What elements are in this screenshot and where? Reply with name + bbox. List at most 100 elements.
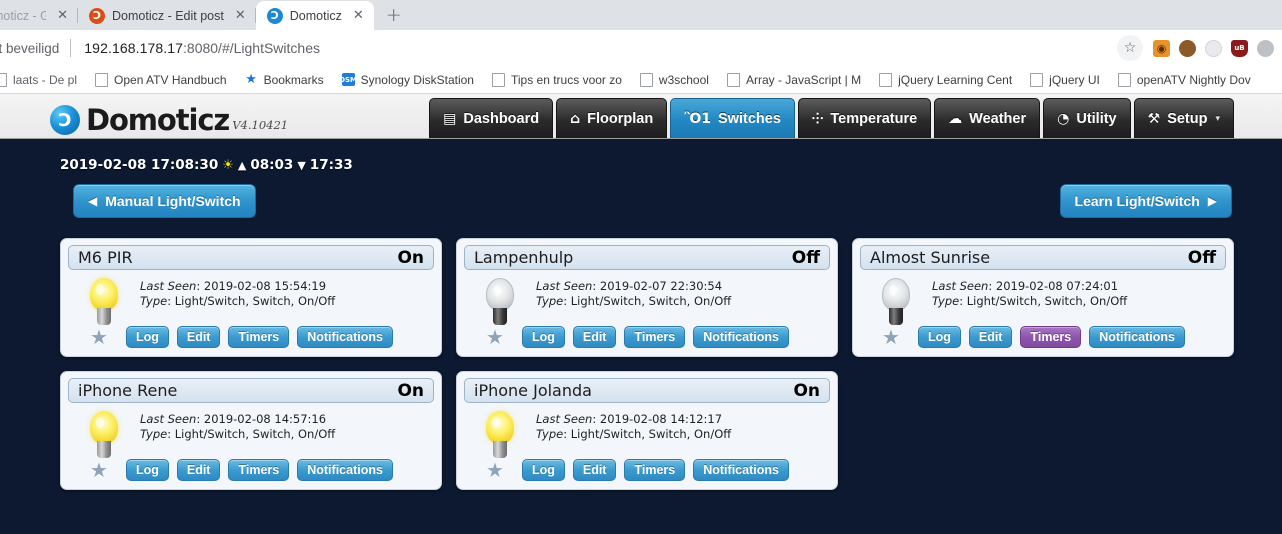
- sun-icon: ☀: [222, 157, 234, 173]
- log-button[interactable]: Log: [521, 459, 565, 481]
- new-tab-button[interactable]: +: [380, 1, 408, 29]
- app-brand[interactable]: Ɔ Domoticz V4.10421: [50, 105, 288, 138]
- tampermonkey-icon[interactable]: ◉: [1153, 39, 1170, 57]
- notifications-button[interactable]: Notifications: [297, 459, 393, 481]
- status-line: 2019-02-08 17:08:30 ☀ ▲ 08:03 ▼ 17:33: [18, 139, 1282, 173]
- bookmark-item[interactable]: ★ Bookmarks: [236, 66, 333, 93]
- lightbulb-icon[interactable]: [483, 278, 517, 326]
- nav-item-switches[interactable]: Ὂ1 Switches: [670, 98, 795, 138]
- main-navigation: ▤ Dashboard ⌂ Floorplan Ὂ1 Switches ⸭ Temperatu…: [429, 98, 1234, 138]
- ublock-origin-icon[interactable]: uB: [1231, 39, 1248, 57]
- cloud-rain-icon: ☁: [948, 110, 963, 127]
- cookie-icon[interactable]: [1179, 39, 1196, 57]
- nav-item-utility[interactable]: ◔ Utility: [1043, 98, 1131, 138]
- close-icon[interactable]: ✕: [57, 9, 68, 22]
- close-icon[interactable]: ✕: [353, 9, 364, 22]
- bookmark-label: openATV Nightly Dov: [1136, 72, 1251, 87]
- timers-button[interactable]: Timers: [624, 459, 686, 481]
- type-line: Type: Light/Switch, Switch, On/Off: [932, 294, 1128, 308]
- bookmark-item[interactable]: openATV Nightly Dov: [1109, 66, 1260, 93]
- lightbulb-icon[interactable]: [879, 278, 913, 326]
- lightbulb-icon[interactable]: [87, 411, 121, 459]
- switch-card-header[interactable]: Almost Sunrise Off: [860, 245, 1226, 270]
- switch-card: iPhone Jolanda On Last Seen: 2019-02-08 14…: [456, 371, 838, 490]
- log-button[interactable]: Log: [917, 326, 961, 348]
- page-icon: [726, 72, 740, 87]
- nav-item-dashboard[interactable]: ▤ Dashboard: [429, 98, 554, 138]
- switch-card-list: M6 PIR On Last Seen: 2019-02-08 15:54:19 Ty…: [18, 234, 1250, 490]
- switch-toggle[interactable]: [464, 276, 536, 326]
- switch-toggle[interactable]: [68, 409, 140, 459]
- learn-light-switch-button[interactable]: Learn Light/Switch ▶: [1059, 184, 1232, 218]
- switch-card-header[interactable]: Lampenhulp Off: [464, 245, 830, 270]
- switch-name: iPhone Rene: [78, 381, 178, 400]
- domoticz-favicon: Ɔ: [266, 7, 283, 24]
- bookmark-item[interactable]: Tips en trucs voor zo: [483, 66, 631, 93]
- switch-card-header[interactable]: iPhone Jolanda On: [464, 378, 830, 403]
- address-bar[interactable]: iet beveiligd 192.168.178.17:8080/#/Ligh…: [0, 34, 1117, 62]
- lightbulb-icon[interactable]: [87, 278, 121, 326]
- extension-circle-icon[interactable]: [1205, 39, 1222, 57]
- learn-light-switch-label: Learn Light/Switch: [1074, 193, 1200, 209]
- lightbulb-icon: Ὂ1: [684, 110, 712, 127]
- arrow-right-icon: ▶: [1207, 194, 1217, 208]
- timers-button[interactable]: Timers: [228, 326, 290, 348]
- nav-item-setup[interactable]: ⚒ Setup ▾: [1133, 98, 1234, 138]
- browser-tab[interactable]: omoticz - Go ✕: [0, 1, 78, 30]
- bookmark-item[interactable]: jQuery UI: [1021, 66, 1109, 93]
- bookmark-item[interactable]: jQuery Learning Cent: [870, 66, 1021, 93]
- bookmark-item[interactable]: w3school: [631, 66, 718, 93]
- bookmark-star-icon[interactable]: ☆: [1117, 35, 1143, 61]
- edit-button[interactable]: Edit: [572, 326, 617, 348]
- log-label: Log: [135, 463, 159, 477]
- switch-toggle[interactable]: [860, 276, 932, 326]
- favorite-star-icon[interactable]: ★: [486, 460, 504, 480]
- notifications-button[interactable]: Notifications: [693, 459, 789, 481]
- page-icon: [1030, 72, 1044, 87]
- favorite-star-icon[interactable]: ★: [882, 327, 900, 347]
- notifications-button[interactable]: Notifications: [1089, 326, 1185, 348]
- notifications-button[interactable]: Notifications: [297, 326, 393, 348]
- type-label: Type: [932, 294, 960, 308]
- arrow-left-icon: ◀: [88, 194, 98, 208]
- bookmark-item[interactable]: Open ATV Handbuch: [86, 66, 236, 93]
- switch-toggle[interactable]: [68, 276, 140, 326]
- edit-button[interactable]: Edit: [572, 459, 617, 481]
- bookmark-item[interactable]: DSM Synology DiskStation: [333, 66, 483, 93]
- favorite-star-icon[interactable]: ★: [90, 460, 108, 480]
- favorite-star-icon[interactable]: ★: [486, 327, 504, 347]
- sunset-arrow-icon: ▼: [297, 158, 306, 172]
- nav-item-weather[interactable]: ☁ Weather: [934, 98, 1041, 138]
- edit-button[interactable]: Edit: [176, 459, 221, 481]
- switch-card-header[interactable]: M6 PIR On: [68, 245, 434, 270]
- log-label: Log: [135, 330, 159, 344]
- log-button[interactable]: Log: [125, 326, 169, 348]
- browser-tab[interactable]: Ɔ Domoticz - Edit post ✕: [78, 1, 256, 30]
- manual-light-switch-button[interactable]: ◀ Manual Light/Switch: [73, 184, 256, 218]
- log-button[interactable]: Log: [125, 459, 169, 481]
- favorite-star-icon[interactable]: ★: [90, 327, 108, 347]
- log-button[interactable]: Log: [521, 326, 565, 348]
- switch-card-header[interactable]: iPhone Rene On: [68, 378, 434, 403]
- lightbulb-icon[interactable]: [483, 411, 517, 459]
- timers-button[interactable]: Timers: [228, 459, 290, 481]
- bookmark-label: laats - De pl: [13, 72, 78, 87]
- timers-button[interactable]: Timers: [1020, 326, 1082, 348]
- nav-item-floorplan[interactable]: ⌂ Floorplan: [556, 98, 668, 138]
- browser-tab-title: Domoticz - Edit post: [112, 8, 224, 23]
- close-icon[interactable]: ✕: [235, 9, 246, 22]
- manual-light-switch-label: Manual Light/Switch: [105, 193, 241, 209]
- nav-item-temperature[interactable]: ⸭ Temperature: [797, 98, 932, 138]
- bookmark-item[interactable]: laats - De pl: [0, 66, 86, 93]
- notifications-button[interactable]: Notifications: [693, 326, 789, 348]
- edit-button[interactable]: Edit: [968, 326, 1013, 348]
- nav-item-label: Temperature: [830, 110, 918, 127]
- profile-avatar-icon[interactable]: [1257, 39, 1274, 57]
- switch-toggle[interactable]: [464, 409, 536, 459]
- browser-tab[interactable]: Ɔ Domoticz ✕: [255, 1, 374, 30]
- notifications-label: Notifications: [703, 330, 779, 344]
- edit-button[interactable]: Edit: [176, 326, 221, 348]
- bookmark-item[interactable]: Array - JavaScript | M: [718, 66, 870, 93]
- timers-button[interactable]: Timers: [624, 326, 686, 348]
- last-seen-line: Last Seen: 2019-02-08 14:57:16: [140, 412, 327, 426]
